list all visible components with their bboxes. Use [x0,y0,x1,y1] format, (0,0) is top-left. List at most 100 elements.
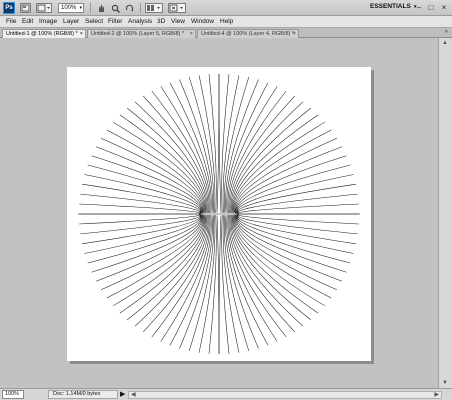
toolbar-divider [140,3,141,13]
radial-lines-artwork [78,73,360,355]
bridge-button[interactable] [20,3,31,13]
status-zoom-field[interactable]: 100% [2,390,24,399]
close-icon[interactable]: × [293,30,296,38]
ray-line [160,215,211,342]
ray-line [227,86,278,213]
view-extras-icon [37,4,50,12]
ray-line [91,155,202,214]
bridge-icon [21,4,30,12]
minimize-button[interactable]: – [413,2,425,13]
tab-overflow-button[interactable]: » [445,29,448,35]
maximize-button[interactable]: □ [425,2,437,13]
ray-line [79,203,201,215]
ray-line [82,183,201,214]
scroll-left-icon[interactable]: ◀ [131,391,136,398]
menu-select[interactable]: Select [85,18,103,25]
toolbar-divider [90,3,91,13]
ray-line [208,74,217,213]
tab-untitled-1[interactable]: Untitled-1 @ 100% (RGB/8) * × [2,29,86,38]
ray-line [230,214,304,327]
ray-line [127,107,207,214]
menu-image[interactable]: Image [39,18,57,25]
menu-3d[interactable]: 3D [157,18,165,25]
zoom-tool-button[interactable] [110,3,121,13]
ray-line [82,214,201,245]
ray-line [218,73,222,213]
rotate-view-icon [125,4,134,12]
ray-line [227,215,278,342]
ray-line [237,214,356,245]
photoshop-logo: Ps [3,2,15,14]
ray-line [160,86,211,213]
ray-line [151,90,210,213]
arrange-documents-icon [147,5,160,11]
zoom-level-field[interactable]: 100% ▾ [58,3,84,13]
magnifier-icon [111,4,120,13]
ray-line [80,193,201,215]
hand-tool-button[interactable] [96,3,107,13]
close-button[interactable]: × [438,2,450,13]
horizontal-scrollbar[interactable]: ◀ ▶ [128,391,442,399]
ray-line [87,164,202,214]
ray-line [119,114,206,214]
ray-line [134,101,208,214]
ray-line [236,214,347,273]
ray-line [237,193,358,215]
close-icon[interactable]: × [80,30,83,38]
scroll-down-icon[interactable]: ▼ [442,380,448,386]
zoom-level-value: 100% [61,5,77,11]
ray-line [236,155,347,214]
menu-help[interactable]: Help [220,18,233,25]
workspace-switcher[interactable]: ESSENTIALS ▾ [370,3,416,10]
ray-line [237,183,356,214]
ray-line [79,213,201,225]
menu-window[interactable]: Window [191,18,214,25]
tab-label: Untitled-2 @ 100% (Layer 5, RGB/8) * [91,31,185,37]
menu-layer[interactable]: Layer [63,18,79,25]
menu-edit[interactable]: Edit [22,18,33,25]
ray-line [228,90,287,213]
ray-line [237,213,358,235]
ray-line [236,214,351,264]
menu-analysis[interactable]: Analysis [128,18,152,25]
document-tab-bar: Untitled-1 @ 100% (RGB/8) * × Untitled-2… [0,28,452,38]
document-canvas[interactable] [67,67,371,361]
arrange-documents-button[interactable] [145,3,163,13]
ray-line [216,215,220,355]
scroll-right-icon[interactable]: ▶ [434,391,439,398]
close-icon[interactable]: × [190,30,193,38]
ray-line [221,215,230,354]
ray-line [232,214,319,314]
menu-filter[interactable]: Filter [108,18,122,25]
ray-line [236,164,351,214]
ray-line [231,107,311,214]
scroll-up-icon[interactable]: ▲ [442,40,448,46]
ray-line [218,215,222,355]
hand-tool-icon [99,5,104,12]
ray-line [119,214,206,314]
document-size-info: Doc: 1.14M/0 bytes [48,390,118,399]
ray-line [151,215,210,338]
view-extras-button[interactable] [36,3,52,13]
ray-line [228,215,287,338]
tab-label: Untitled-1 @ 100% (RGB/8) * [6,31,78,37]
ray-line [208,215,217,354]
menu-file[interactable]: File [6,18,16,25]
ray-line [231,214,311,321]
ray-line [216,73,220,213]
tab-label: Untitled-4 @ 100% (Layer 4, RGB/8) * [201,31,295,37]
vertical-scrollbar[interactable]: ▲ ▼ [438,38,452,388]
status-menu-arrow[interactable]: ▶ [120,390,125,398]
ray-line [230,101,304,214]
ray-line [134,214,208,327]
menu-view[interactable]: View [171,18,185,25]
ray-line [80,213,201,235]
tab-untitled-2[interactable]: Untitled-2 @ 100% (Layer 5, RGB/8) * × [87,29,196,38]
tab-untitled-4[interactable]: Untitled-4 @ 100% (Layer 4, RGB/8) * × [197,29,299,38]
zoom-dropdown-arrow[interactable]: ▾ [79,4,82,12]
application-bar: Ps 100% ▾ ESSENTIALS ▾ – □ × [0,0,452,16]
ray-line [237,213,359,225]
screen-mode-button[interactable] [168,3,186,13]
rotate-view-button[interactable] [124,3,135,13]
ray-line [232,114,319,214]
